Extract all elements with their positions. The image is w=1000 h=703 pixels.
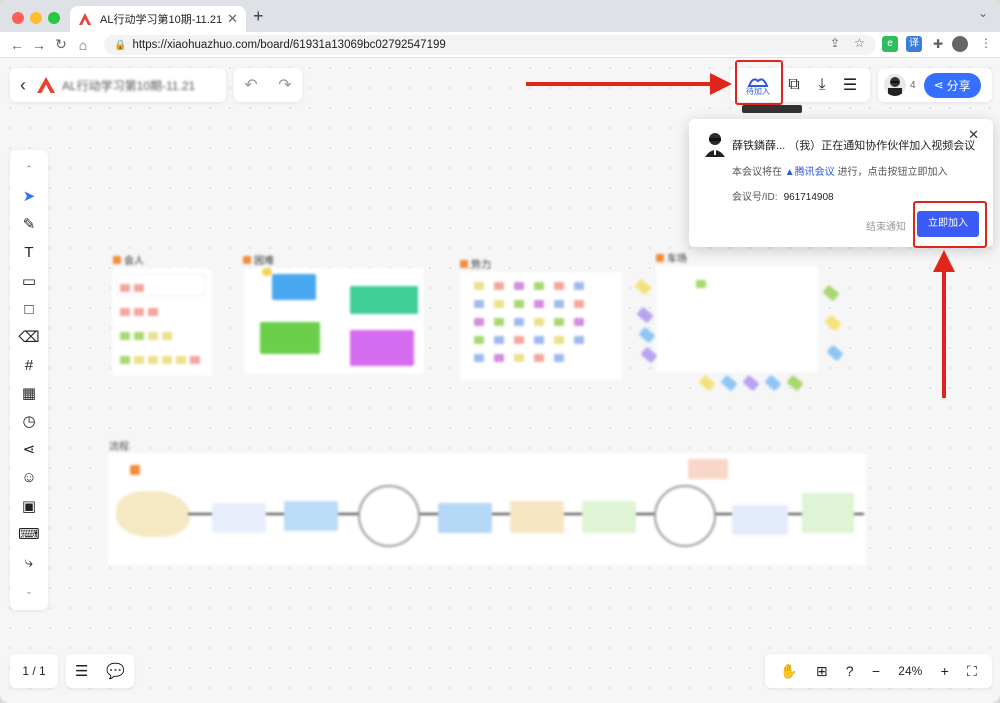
frame-label: 车场 xyxy=(656,250,687,265)
fullscreen-icon[interactable]: ⛶ xyxy=(967,663,977,680)
evernote-extension-icon[interactable]: e xyxy=(882,36,898,52)
translate-extension-icon[interactable]: 译 xyxy=(906,36,922,52)
profile-avatar-icon[interactable] xyxy=(952,36,968,52)
page-indicator[interactable]: 1 / 1 xyxy=(10,654,58,688)
frame-label: 会人 xyxy=(113,252,144,267)
frame-label: 困难 xyxy=(243,252,274,267)
meeting-id-row: 会议号/ID: 961714908 xyxy=(732,192,834,203)
connector-icon[interactable]: ⤷ xyxy=(17,552,41,574)
redo-icon[interactable]: ↷ xyxy=(278,75,291,95)
select-arrow-icon[interactable]: ➤ xyxy=(17,186,41,208)
end-notification-button[interactable]: 结束通知 xyxy=(866,218,906,233)
menu-icon[interactable]: ☰ xyxy=(838,75,862,95)
tab-title: AL行动学习第10期-11.21 xyxy=(100,14,223,26)
outline-list-icon[interactable]: ☰ xyxy=(75,662,88,680)
app-logo-icon xyxy=(37,77,55,93)
collapse-up-icon[interactable]: ⌃ xyxy=(17,158,41,180)
expand-down-icon[interactable]: ⌄ xyxy=(17,580,41,602)
maximize-window-button[interactable] xyxy=(48,12,60,24)
share-button[interactable]: ⋖ 分享 xyxy=(923,72,981,98)
bookmark-star-icon[interactable]: ☆ xyxy=(854,36,865,50)
image-icon[interactable]: ▣ xyxy=(17,496,41,518)
new-tab-button[interactable]: + xyxy=(253,6,264,27)
share-icon: ⋖ xyxy=(933,78,944,92)
whiteboard-page: 会人 困难 势力 车场 流程 ‹ AL行动学习第10期-11.21 ↶ ↷ 待加… xyxy=(0,58,1000,703)
left-toolbar: ⌃ ➤ ✎ T ▭ □ ⌫ # ▦ ◷ ⋖ ☺ ▣ ⌨ ⤷ ⌄ xyxy=(10,150,48,610)
url-text: https://xiaohuazhuo.com/board/61931a1306… xyxy=(132,39,446,51)
help-icon[interactable]: ? xyxy=(846,663,854,679)
board-header: ‹ AL行动学习第10期-11.21 xyxy=(10,68,226,102)
frame-forces[interactable] xyxy=(460,272,622,380)
close-window-button[interactable] xyxy=(12,12,24,24)
code-icon[interactable]: ⌨ xyxy=(17,524,41,546)
notification-title: 薛铁鏻薛... （我）正在通知协作伙伴加入视频会议 xyxy=(732,140,976,152)
collaborators-panel: 4 ⋖ 分享 xyxy=(878,68,992,102)
back-arrow-icon[interactable]: ← xyxy=(6,37,28,53)
member-count: 4 xyxy=(910,79,916,91)
site-logo-icon xyxy=(79,13,91,25)
zoom-out-icon[interactable]: − xyxy=(872,663,880,679)
extensions-puzzle-icon[interactable]: ✚ xyxy=(930,36,946,52)
share-button-label: 分享 xyxy=(946,78,971,93)
history-panel: ↶ ↷ xyxy=(234,68,302,102)
undo-icon[interactable]: ↶ xyxy=(244,75,257,95)
frame-participants[interactable] xyxy=(112,268,212,376)
lock-icon: 🔒 xyxy=(114,39,127,51)
timer-icon[interactable]: ◷ xyxy=(17,411,41,433)
download-icon[interactable]: ⤓ xyxy=(810,76,834,94)
reload-icon[interactable]: ↻ xyxy=(50,36,72,53)
tooltip xyxy=(742,105,802,113)
meeting-app-name: 腾讯会议 xyxy=(794,167,835,178)
tencent-meeting-icon: ▲ xyxy=(784,167,795,178)
zoom-level[interactable]: 24% xyxy=(898,664,922,678)
browser-window: AL行动学习第10期-11.21 ✕ + ⌄ ← → ↻ ⌂ 🔒 https:/… xyxy=(0,0,1000,703)
eraser-icon[interactable]: ⌫ xyxy=(17,327,41,349)
meeting-id: 961714908 xyxy=(783,192,834,203)
minimap-icon[interactable]: ⊞ xyxy=(816,663,828,680)
present-icon[interactable]: ⧉ xyxy=(782,76,806,94)
tab-strip: AL行动学习第10期-11.21 ✕ + ⌄ xyxy=(0,0,1000,32)
notification-message: 本会议将在 ▲腾讯会议 进行，点击按钮立即加入 xyxy=(732,167,948,178)
comment-icon[interactable]: 💬 xyxy=(106,662,125,680)
browser-toolbar: ← → ↻ ⌂ 🔒 https://xiaohuazhuo.com/board/… xyxy=(0,32,1000,58)
home-icon[interactable]: ⌂ xyxy=(72,37,94,53)
sticky-note-icon[interactable]: ▭ xyxy=(17,271,41,293)
browser-menu-icon[interactable]: ⋮ xyxy=(980,36,992,50)
frame-label: 势力 xyxy=(460,256,491,271)
frame-label: 流程 xyxy=(109,442,129,453)
bottom-left-tools: ☰ 💬 xyxy=(66,654,134,688)
zoom-in-icon[interactable]: + xyxy=(941,663,949,679)
mindmap-icon[interactable]: ⋖ xyxy=(17,439,41,461)
browser-tab[interactable]: AL行动学习第10期-11.21 ✕ xyxy=(70,6,246,32)
frame-parking[interactable] xyxy=(656,266,818,372)
notifier-avatar xyxy=(705,133,725,157)
avatar[interactable] xyxy=(884,74,906,96)
board-title[interactable]: AL行动学习第10期-11.21 xyxy=(62,77,195,94)
kanban-icon[interactable]: ▦ xyxy=(17,383,41,405)
tab-close-icon[interactable]: ✕ xyxy=(227,11,238,27)
back-chevron-icon[interactable]: ‹ xyxy=(20,75,26,96)
tab-search-chevron-icon[interactable]: ⌄ xyxy=(978,6,988,20)
zoom-controls: ✋ ⊞ ? − 24% + ⛶ xyxy=(765,654,992,688)
share-page-icon[interactable]: ⇪ xyxy=(830,36,840,50)
frame-icon[interactable]: # xyxy=(17,355,41,377)
hand-pan-icon[interactable]: ✋ xyxy=(780,663,797,680)
frame-process[interactable] xyxy=(108,453,866,565)
forward-arrow-icon[interactable]: → xyxy=(28,37,50,53)
annotation-highlight-join xyxy=(913,201,987,248)
rectangle-icon[interactable]: □ xyxy=(17,299,41,321)
pen-icon[interactable]: ✎ xyxy=(17,214,41,236)
frame-difficulties[interactable] xyxy=(244,268,424,374)
address-bar[interactable]: 🔒 https://xiaohuazhuo.com/board/61931a13… xyxy=(104,35,876,55)
annotation-arrow-right xyxy=(526,73,732,95)
minimize-window-button[interactable] xyxy=(30,12,42,24)
annotation-highlight-meeting xyxy=(735,60,783,105)
text-icon[interactable]: T xyxy=(17,242,41,264)
emoji-icon[interactable]: ☺ xyxy=(17,467,41,489)
annotation-arrow-up xyxy=(933,250,955,398)
